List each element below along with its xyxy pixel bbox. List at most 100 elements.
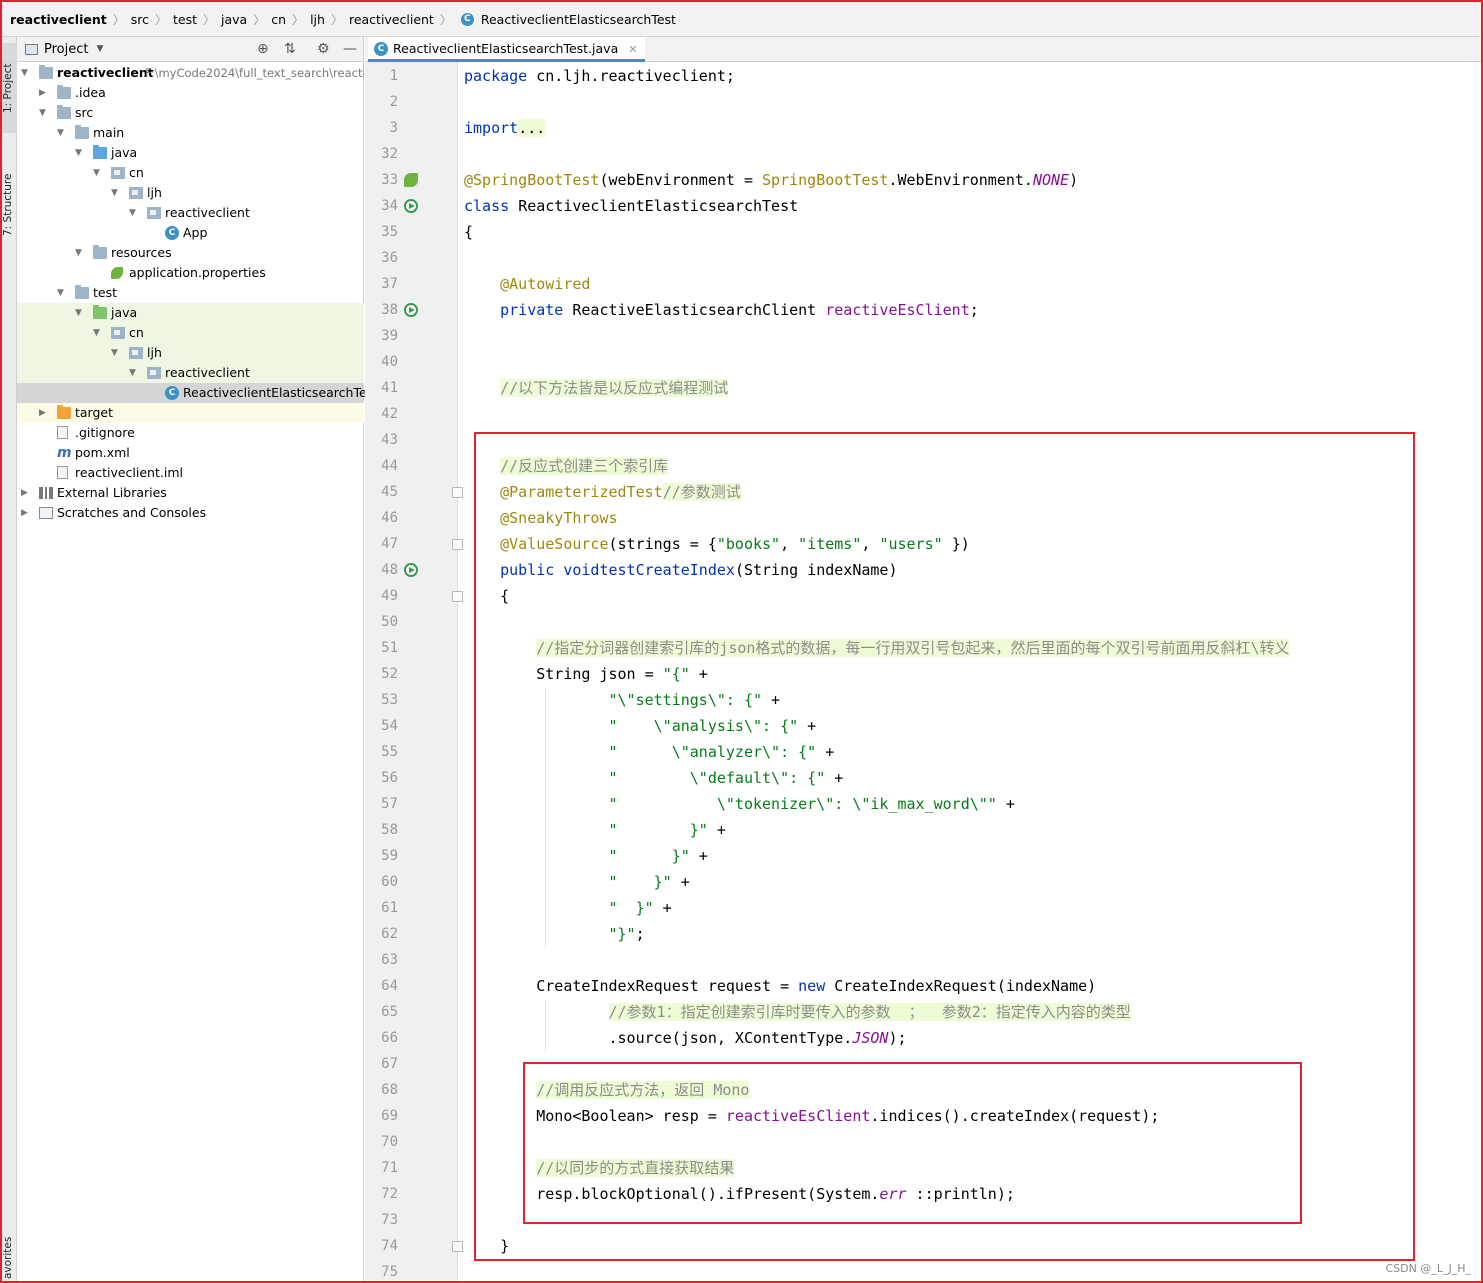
expand-arrow-icon[interactable]: ▼ — [93, 163, 103, 183]
tree-item[interactable]: ▼ test — [17, 283, 364, 303]
tree-item-label: java — [111, 145, 138, 160]
code-line: } — [464, 1233, 509, 1259]
breadcrumb-item[interactable]: test — [170, 12, 200, 27]
hide-panel-icon[interactable]: — — [343, 41, 357, 57]
tree-item[interactable]: ▶ .idea — [17, 83, 364, 103]
breadcrumb-item[interactable]: src — [128, 12, 152, 27]
code-token: " \"tokenizer\": \"ik_max_word\"" — [608, 795, 997, 813]
favorites-tool-tab[interactable]: avorites — [2, 1235, 17, 1281]
tree-item[interactable]: m pom.xml — [17, 443, 364, 463]
expand-arrow-icon[interactable]: ▼ — [129, 203, 139, 223]
code-token: Mono<Boolean> resp = — [464, 1107, 726, 1125]
autowired-bean-icon[interactable] — [404, 303, 418, 317]
breadcrumb-item[interactable]: ljh — [307, 12, 328, 27]
expand-arrow-icon[interactable]: ▼ — [111, 183, 121, 203]
breadcrumb-item[interactable]: ReactiveclientElasticsearchTest — [478, 12, 679, 27]
gear-icon[interactable]: ⚙ — [317, 41, 330, 57]
chevron-down-icon[interactable]: ▼ — [96, 44, 103, 54]
package-icon — [111, 167, 125, 179]
code-token: err — [879, 1185, 907, 1203]
expand-arrow-icon[interactable]: ▼ — [21, 63, 31, 83]
tree-item[interactable]: application.properties — [17, 263, 364, 283]
code-token: CreateIndexRequest request = — [464, 977, 799, 995]
iml-file-icon — [57, 466, 68, 479]
code-token: SpringBootTest — [762, 171, 889, 189]
class-icon: C — [165, 226, 179, 240]
code-token: , — [780, 535, 799, 553]
tree-item[interactable]: ▼ cn — [17, 323, 364, 343]
tree-item[interactable]: ▼ reactiveclient — [17, 203, 364, 223]
line-number: 39 — [381, 328, 398, 344]
breadcrumb-item[interactable]: java — [218, 12, 250, 27]
code-line: .source(json, XContentType.JSON); — [464, 1025, 906, 1051]
tree-item[interactable]: ▼ main — [17, 123, 364, 143]
collapse-arrow-icon[interactable]: ▶ — [39, 83, 49, 103]
tree-item-label: reactiveclient — [57, 65, 154, 80]
expand-arrow-icon[interactable]: ▼ — [39, 103, 49, 123]
tree-item-label: .idea — [75, 85, 106, 100]
breadcrumb-item[interactable]: reactiveclient — [346, 12, 437, 27]
editor-gutter: 1 2 3 32 33 34 35 36 37 38 39 40 41 42 43 44 45 46 47 48 49 5… — [365, 62, 463, 1281]
line-number: 42 — [381, 406, 398, 422]
code-token: + — [762, 691, 781, 709]
breadcrumb-separator-icon: 〉 — [253, 12, 266, 27]
code-token: @Autowired — [500, 275, 591, 293]
tree-item[interactable]: ▼ resources — [17, 243, 364, 263]
project-view-selector[interactable]: Project — [44, 42, 88, 57]
tree-item[interactable]: ▼ reactiveclient F:\myCode2024\full_text_s… — [17, 63, 364, 83]
tree-item[interactable]: .gitignore — [17, 423, 364, 443]
expand-arrow-icon[interactable]: ▼ — [93, 323, 103, 343]
code-editor[interactable]: package cn.ljh.reactiveclient; import... @… — [459, 62, 1481, 1281]
tree-item[interactable]: ▼ java — [17, 303, 364, 323]
close-icon[interactable]: ✕ — [628, 43, 637, 56]
tree-item[interactable]: ▼ ljh — [17, 343, 364, 363]
project-tool-tab[interactable]: 1: Project — [2, 43, 17, 133]
tree-item[interactable]: ▼ reactiveclient — [17, 363, 364, 383]
tree-item[interactable]: reactiveclient.iml — [17, 463, 364, 483]
editor-tab-active[interactable]: C ReactiveclientElasticsearchTest.java ✕ — [368, 37, 646, 62]
locate-icon[interactable]: ⊕ — [257, 41, 269, 57]
tree-item[interactable]: C App — [17, 223, 364, 243]
expand-arrow-icon[interactable]: ▼ — [129, 363, 139, 383]
tree-item[interactable]: ▼ ljh — [17, 183, 364, 203]
scratches-icon — [39, 507, 53, 519]
text-file-icon — [57, 426, 68, 439]
expand-arrow-icon[interactable]: ▼ — [75, 243, 85, 263]
code-token: .WebEnvironment. — [888, 171, 1033, 189]
expand-arrow-icon[interactable]: ▼ — [57, 283, 67, 303]
line-number: 51 — [381, 640, 398, 656]
tree-item[interactable]: ▼ java — [17, 143, 364, 163]
line-number: 69 — [381, 1108, 398, 1124]
run-test-icon[interactable] — [404, 563, 418, 577]
expand-arrow-icon[interactable]: ▼ — [57, 123, 67, 143]
tree-item[interactable]: ▶ Scratches and Consoles — [17, 503, 364, 523]
line-number: 38 — [381, 302, 398, 318]
structure-tool-tab[interactable]: 7: Structure — [2, 159, 17, 251]
code-token: //调用反应式方法，返回 Mono — [536, 1081, 750, 1099]
code-token: NONE — [1032, 171, 1070, 189]
spring-bean-icon[interactable] — [404, 173, 418, 187]
code-token: + — [689, 665, 708, 683]
breadcrumb-item[interactable]: reactiveclient — [7, 12, 110, 27]
collapse-all-icon[interactable]: ⇅ — [284, 41, 296, 57]
breadcrumb-item[interactable]: cn — [268, 12, 289, 27]
tree-item[interactable]: ▶ target — [17, 403, 364, 423]
code-line: @SpringBootTest(webEnvironment = SpringB… — [464, 167, 1078, 193]
collapse-arrow-icon[interactable]: ▶ — [21, 503, 31, 523]
tree-item[interactable]: ▼ cn — [17, 163, 364, 183]
expand-arrow-icon[interactable]: ▼ — [75, 303, 85, 323]
collapse-arrow-icon[interactable]: ▶ — [21, 483, 31, 503]
run-test-icon[interactable] — [404, 199, 418, 213]
expand-arrow-icon[interactable]: ▼ — [111, 343, 121, 363]
code-line: String json = "{" + — [464, 661, 708, 687]
tree-item[interactable]: ▼ src — [17, 103, 364, 123]
collapse-arrow-icon[interactable]: ▶ — [39, 403, 49, 423]
tree-item[interactable]: ▶ External Libraries — [17, 483, 364, 503]
editor-tab-label: ReactiveclientElasticsearchTest.java — [393, 41, 619, 56]
tree-item[interactable]: C ReactiveclientElasticsearchTest — [17, 383, 378, 403]
code-line: //参数1：指定创建索引库时要传入的参数 ； 参数2：指定传入内容的类型 — [464, 999, 1131, 1025]
expand-arrow-icon[interactable]: ▼ — [75, 143, 85, 163]
